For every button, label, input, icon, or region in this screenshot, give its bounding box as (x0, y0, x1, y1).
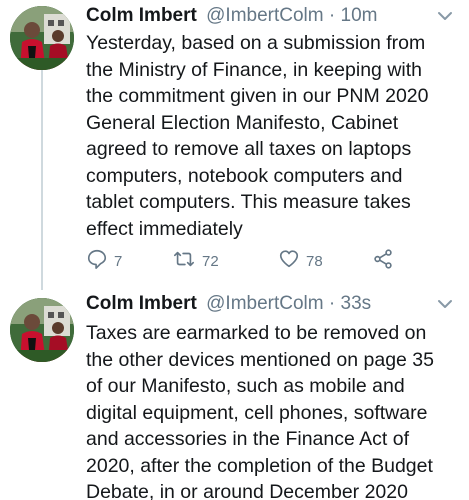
share-button[interactable] (372, 248, 400, 274)
tweet[interactable]: Colm Imbert @ImbertColm · 33s Taxes are … (0, 290, 469, 500)
chevron-down-icon[interactable] (435, 6, 455, 26)
author-name[interactable]: Colm Imbert (86, 293, 197, 314)
tweet-content: Colm Imbert @ImbertColm · 33s Taxes are … (86, 290, 455, 500)
reply-button[interactable]: 7 (86, 248, 122, 274)
thread-connector-line (41, 70, 43, 290)
heart-icon (278, 248, 306, 274)
author-name[interactable]: Colm Imbert (86, 5, 197, 26)
reply-icon (86, 248, 114, 274)
tweet-actions: 7 72 78 (86, 248, 392, 274)
avatar[interactable] (10, 6, 74, 70)
tweet-content: Colm Imbert @ImbertColm · 10m Yesterday,… (86, 0, 455, 270)
tweet-header: Colm Imbert @ImbertColm · 10m (86, 2, 455, 30)
tweet-text: Taxes are earmarked to be removed on the… (86, 322, 435, 500)
reply-count: 7 (114, 252, 123, 270)
timestamp[interactable]: 10m (341, 5, 378, 26)
like-count: 78 (306, 252, 323, 270)
like-button[interactable]: 78 (278, 248, 323, 274)
author-handle[interactable]: @ImbertColm (206, 5, 323, 26)
chevron-down-icon[interactable] (435, 294, 455, 314)
author-handle[interactable]: @ImbertColm (206, 293, 323, 314)
separator-dot: · (328, 5, 336, 26)
tweet[interactable]: Colm Imbert @ImbertColm · 10m Yesterday,… (0, 0, 469, 290)
tweet-feed: Colm Imbert @ImbertColm · 10m Yesterday,… (0, 0, 469, 500)
retweet-icon (172, 248, 202, 274)
tweet-header: Colm Imbert @ImbertColm · 33s (86, 290, 455, 318)
separator-dot: · (328, 293, 336, 314)
avatar[interactable] (10, 298, 74, 362)
retweet-count: 72 (202, 252, 219, 270)
timestamp[interactable]: 33s (341, 293, 372, 314)
retweet-button[interactable]: 72 (172, 248, 219, 274)
tweet-text: Yesterday, based on a submission from th… (86, 32, 429, 240)
share-icon (372, 248, 400, 274)
